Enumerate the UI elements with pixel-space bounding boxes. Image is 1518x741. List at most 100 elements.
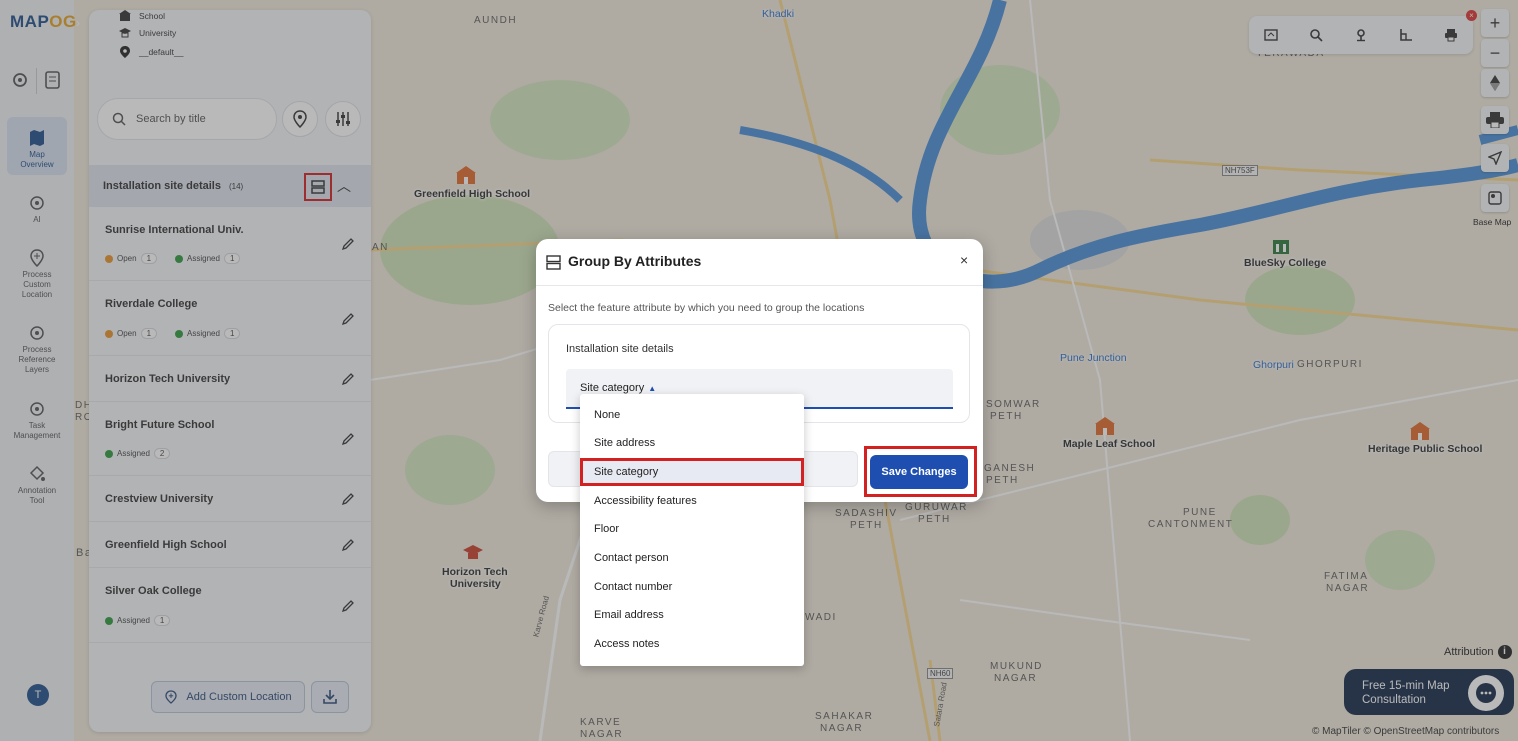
- rail-item-label: Process: [22, 345, 52, 354]
- ai-gear-icon: [30, 196, 44, 210]
- legend-item: __default__: [119, 46, 183, 58]
- filter-settings-button[interactable]: [325, 101, 361, 137]
- chevron-up-icon[interactable]: ︿: [337, 176, 351, 196]
- school-icon[interactable]: [1409, 421, 1431, 441]
- dropdown-option-site-address[interactable]: Site address: [580, 429, 804, 457]
- school-icon: [119, 10, 131, 21]
- university-icon[interactable]: [462, 543, 484, 563]
- location-add-icon: [165, 690, 178, 704]
- rail-item-task-management[interactable]: Task Management: [7, 400, 67, 441]
- dropdown-option-email-address[interactable]: Email address: [580, 601, 804, 629]
- legend-label: School: [139, 11, 165, 21]
- item-title: Riverdale College: [105, 298, 198, 310]
- compass-button[interactable]: [1481, 69, 1509, 97]
- item-title: Crestview University: [105, 493, 214, 505]
- list-item[interactable]: Riverdale College Open 1 Assigned 1: [89, 281, 371, 356]
- edit-pencil-icon[interactable]: [341, 372, 355, 386]
- poi-label: Pune Junction: [1060, 352, 1127, 364]
- poi-label: Heritage Public School: [1368, 443, 1483, 455]
- dropdown-option-access-notes[interactable]: Access notes: [580, 630, 804, 658]
- edit-pencil-icon[interactable]: [341, 237, 355, 251]
- status-label: Assigned: [187, 254, 220, 263]
- status-badges: Assigned 1: [105, 615, 184, 626]
- status-count: 2: [153, 448, 171, 459]
- item-title: Silver Oak College: [105, 585, 202, 597]
- sliders-icon: [336, 112, 350, 126]
- attribution-button[interactable]: Attribution i: [1444, 645, 1512, 659]
- dropdown-option-contact-number[interactable]: Contact number: [580, 573, 804, 601]
- dropdown-option-site-category[interactable]: Site category: [580, 458, 804, 486]
- college-icon[interactable]: [1270, 235, 1292, 255]
- list-item[interactable]: Crestview University: [89, 476, 371, 522]
- settings-icon[interactable]: [10, 70, 30, 90]
- dropdown-option-accessibility-features[interactable]: Accessibility features: [580, 487, 804, 515]
- chat-button[interactable]: [1468, 675, 1504, 711]
- school-icon[interactable]: [455, 165, 477, 185]
- print-icon[interactable]: [1444, 28, 1458, 42]
- download-button[interactable]: [311, 681, 349, 713]
- zoom-in-button[interactable]: +: [1481, 9, 1509, 37]
- status-dot: [105, 254, 113, 263]
- zoom-out-button[interactable]: −: [1481, 39, 1509, 67]
- side-panel: School University __default__ Search by …: [89, 10, 371, 732]
- location-filter-button[interactable]: [282, 101, 318, 137]
- add-custom-location-button[interactable]: Add Custom Location: [151, 681, 305, 713]
- edit-pencil-icon[interactable]: [341, 312, 355, 326]
- list-item[interactable]: Horizon Tech University: [89, 356, 371, 402]
- area-label: NAGAR: [820, 723, 864, 734]
- close-icon[interactable]: ×: [1466, 10, 1477, 21]
- rail-item-map-overview[interactable]: Map Overview: [7, 117, 67, 175]
- print-map-button[interactable]: [1481, 106, 1509, 134]
- consultation-banner[interactable]: Free 15-min Map Consultation: [1344, 669, 1514, 715]
- rail-item-ai[interactable]: AI: [7, 194, 67, 225]
- search-icon: [112, 112, 126, 126]
- logo[interactable]: MAPOG: [10, 12, 77, 32]
- rail-item-process-reference-layers[interactable]: Process Reference Layers: [7, 324, 67, 375]
- area-label: SAHAKAR: [815, 711, 874, 722]
- avatar[interactable]: T: [27, 684, 49, 706]
- area-label: KARVE: [580, 717, 622, 728]
- info-icon: i: [1497, 645, 1512, 659]
- list-item[interactable]: Silver Oak College Assigned 1: [89, 568, 371, 643]
- area-label: FATIMA: [1324, 571, 1369, 582]
- area-label: PETH: [850, 520, 883, 531]
- logo-text: OG: [49, 12, 77, 31]
- search-icon[interactable]: [1309, 28, 1323, 42]
- map-layers-icon[interactable]: [1264, 28, 1279, 42]
- edit-pencil-icon[interactable]: [341, 538, 355, 552]
- graduation-cap-icon: [119, 28, 131, 38]
- edit-pencil-icon[interactable]: [341, 432, 355, 446]
- search-input[interactable]: Search by title: [97, 98, 277, 140]
- edit-pencil-icon[interactable]: [341, 492, 355, 506]
- rail-item-annotation-tool[interactable]: Annotation Tool: [7, 465, 67, 506]
- status-label: Open: [117, 329, 137, 338]
- location-pin-icon[interactable]: [1354, 28, 1368, 42]
- base-map-button[interactable]: [1481, 184, 1509, 212]
- dropdown-option-floor[interactable]: Floor: [580, 515, 804, 543]
- area-label: AN: [372, 242, 389, 253]
- list-item[interactable]: Greenfield High School: [89, 522, 371, 568]
- rail-item-label: Task: [28, 421, 46, 430]
- status-label: Open: [117, 254, 137, 263]
- group-by-button[interactable]: [304, 173, 332, 201]
- area-label: NAGAR: [1326, 583, 1370, 594]
- measure-icon[interactable]: [1399, 28, 1413, 42]
- rail-item-process-custom-location[interactable]: Process Custom Location: [7, 249, 67, 300]
- item-title: Greenfield High School: [105, 539, 227, 551]
- school-icon[interactable]: [1094, 416, 1116, 436]
- dropdown-option-contact-person[interactable]: Contact person: [580, 544, 804, 572]
- edit-pencil-icon[interactable]: [341, 599, 355, 613]
- status-dot: [105, 449, 113, 458]
- item-title: Sunrise International Univ.: [105, 224, 244, 236]
- notes-icon[interactable]: [44, 71, 62, 89]
- chevron-right-icon[interactable]: ›: [76, 16, 80, 30]
- list-item[interactable]: Sunrise International Univ. Open 1 Assig…: [89, 207, 371, 281]
- area-label: CANTONMENT: [1148, 519, 1234, 530]
- dropdown-option-none[interactable]: None: [580, 401, 804, 429]
- group-count: (14): [228, 181, 244, 191]
- status-count: 1: [140, 328, 158, 339]
- navigate-button[interactable]: [1481, 144, 1509, 172]
- list-item[interactable]: Bright Future School Assigned 2: [89, 402, 371, 476]
- close-icon[interactable]: ×: [960, 252, 968, 268]
- area-label: NAGAR: [580, 729, 624, 740]
